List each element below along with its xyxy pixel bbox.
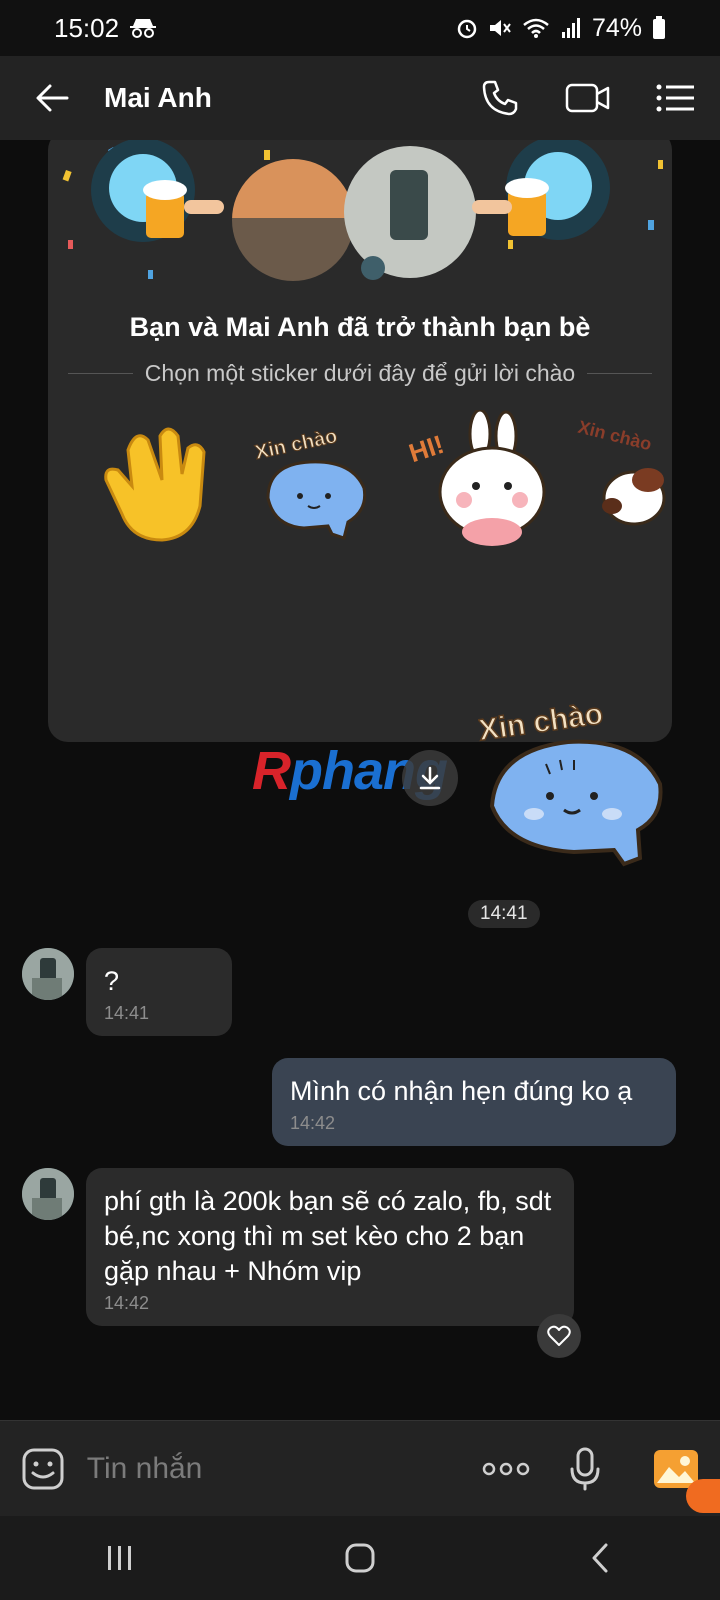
more-options-button[interactable]	[473, 1421, 539, 1517]
message-time: 14:41	[104, 1003, 150, 1023]
system-back-button[interactable]	[540, 1516, 660, 1600]
alarm-icon	[457, 19, 477, 39]
sticker-wave-hand[interactable]	[88, 410, 228, 550]
time-separator: 14:41	[468, 900, 540, 928]
contact-avatar[interactable]	[22, 1168, 74, 1220]
message-time: 14:42	[104, 1293, 150, 1313]
message-bubble-incoming[interactable]: ? 14:41	[86, 948, 232, 1036]
status-time: 15:02	[54, 12, 120, 43]
sticker-hi-bunny[interactable]: HI!	[408, 410, 548, 550]
send-image-button[interactable]	[631, 1421, 720, 1517]
battery-percent: 74%	[591, 13, 642, 42]
download-icon	[419, 766, 441, 790]
back-arrow-icon	[36, 84, 69, 112]
heart-icon	[547, 1325, 571, 1346]
status-icons: 74%	[456, 14, 666, 43]
message-bubble-outgoing[interactable]: Mình có nhận hẹn đúng ko ạ 14:42	[272, 1058, 676, 1146]
sticker-xin-chao-dog[interactable]: Xin chào	[568, 410, 672, 550]
divider	[68, 373, 133, 374]
video-call-button[interactable]	[544, 56, 632, 140]
wifi-icon	[523, 18, 549, 38]
chat-header: Mai Anh	[0, 56, 720, 140]
sticker-text: HI!	[408, 429, 447, 468]
sticker-text: Xin chào	[253, 425, 339, 464]
message-input[interactable]	[86, 1438, 473, 1499]
new-friend-card: Bạn và Mai Anh đã trở thành bạn bè Chọn …	[48, 140, 672, 742]
battery-icon	[653, 16, 665, 39]
sticker-text: Xin chào	[576, 417, 654, 455]
more-dots-icon	[482, 1462, 530, 1475]
message-composer	[0, 1420, 720, 1516]
message-text: Mình có nhận hẹn đúng ko ạ	[290, 1076, 633, 1106]
friend-celebration-illustration	[62, 140, 663, 283]
list-menu-icon	[656, 84, 694, 112]
download-button[interactable]	[402, 750, 458, 806]
voice-message-button[interactable]	[539, 1421, 631, 1517]
sent-sticker-xin-chao[interactable]: Xin chào	[478, 688, 678, 878]
voice-call-button[interactable]	[456, 56, 544, 140]
video-icon	[565, 83, 610, 113]
incognito-icon	[130, 19, 157, 38]
options-menu-button[interactable]	[632, 56, 720, 140]
mute-icon	[489, 20, 511, 36]
contact-name[interactable]: Mai Anh	[104, 82, 212, 114]
message-time: 14:42	[290, 1113, 336, 1133]
phone-icon	[482, 80, 518, 116]
recents-button[interactable]	[60, 1516, 180, 1600]
signal-icon	[561, 18, 580, 38]
react-button[interactable]	[537, 1314, 581, 1358]
divider	[587, 373, 653, 374]
avatar-photo	[22, 1168, 74, 1220]
back-button[interactable]	[0, 56, 104, 140]
home-icon	[345, 1543, 375, 1573]
sticker-suggestions: Xin chào HI! Xin chào	[48, 410, 672, 550]
mic-icon	[570, 1447, 600, 1490]
message-text: phí gth là 200k bạn sẽ có zalo, fb, sdt …	[104, 1186, 552, 1286]
watermark-part1: R	[252, 741, 291, 801]
friend-card-subtitle-row: Chọn một sticker dưới đây để gửi lời chà…	[68, 360, 653, 387]
recents-icon	[108, 1546, 131, 1570]
friend-card-title: Bạn và Mai Anh đã trở thành bạn bè	[129, 312, 591, 342]
emoji-icon	[22, 1448, 64, 1489]
floating-badge[interactable]	[686, 1478, 720, 1513]
chat-area[interactable]: Bạn và Mai Anh đã trở thành bạn bè Chọn …	[0, 140, 720, 1420]
message-text: ?	[104, 966, 120, 996]
status-bar: 15:02 74%	[0, 0, 720, 56]
sticker-xin-chao-blue[interactable]: Xin chào	[248, 410, 388, 550]
avatar-photo	[22, 948, 74, 1000]
system-navigation-bar	[0, 1516, 720, 1600]
message-bubble-incoming[interactable]: phí gth là 200k bạn sẽ có zalo, fb, sdt …	[86, 1168, 574, 1326]
friend-card-subtitle: Chọn một sticker dưới đây để gửi lời chà…	[144, 360, 576, 386]
contact-avatar[interactable]	[22, 948, 74, 1000]
nav-back-icon	[592, 1543, 608, 1573]
home-button[interactable]	[300, 1516, 420, 1600]
emoji-button[interactable]	[0, 1421, 87, 1517]
